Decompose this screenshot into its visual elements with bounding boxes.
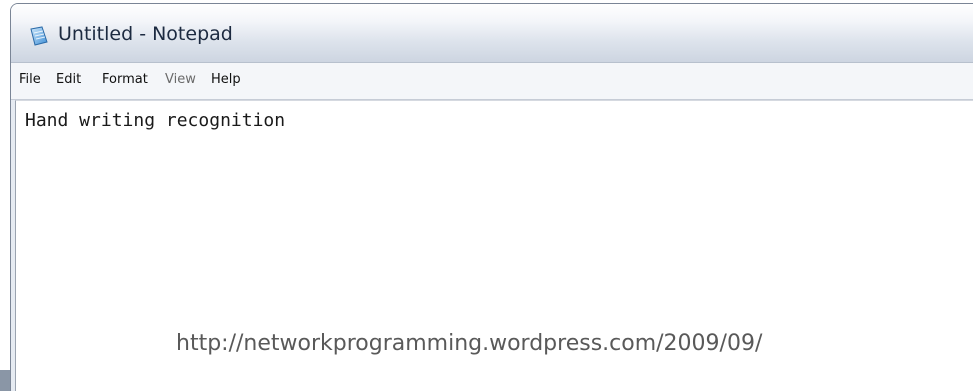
menu-edit[interactable]: Edit bbox=[56, 72, 81, 87]
notepad-icon bbox=[28, 25, 50, 47]
menu-view[interactable]: View bbox=[165, 72, 196, 87]
menu-file[interactable]: File bbox=[19, 72, 41, 87]
window-title: Untitled - Notepad bbox=[58, 23, 233, 45]
menu-bar: File Edit Format View Help bbox=[11, 63, 973, 100]
menu-format[interactable]: Format bbox=[102, 72, 148, 87]
menu-help[interactable]: Help bbox=[211, 72, 241, 87]
screenshot-stage: Untitled - Notepad File Edit Format View… bbox=[0, 0, 973, 391]
document-text: Hand writing recognition bbox=[25, 110, 286, 131]
title-bar[interactable]: Untitled - Notepad bbox=[11, 4, 973, 63]
source-url-caption: http://networkprogramming.wordpress.com/… bbox=[176, 331, 763, 356]
background-window-edge bbox=[0, 370, 10, 391]
